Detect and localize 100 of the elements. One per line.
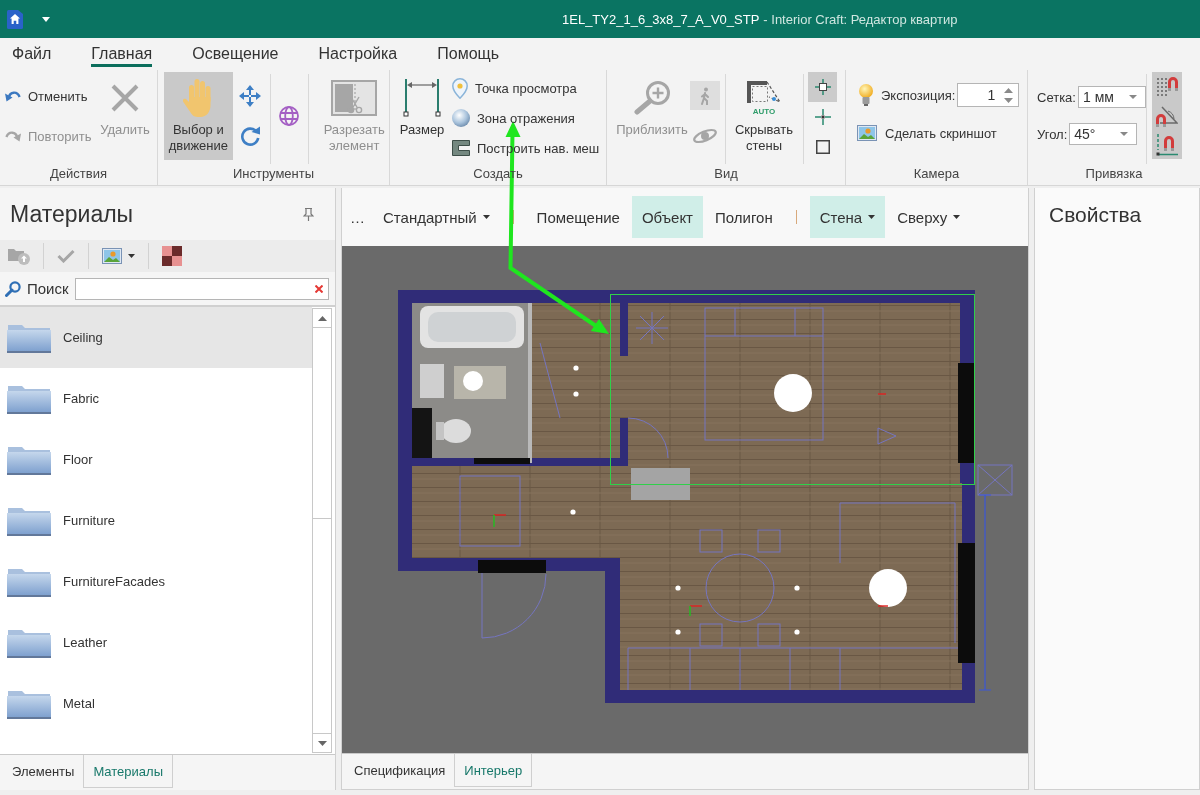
- material-folder-row[interactable]: Metal: [0, 673, 312, 734]
- angle-dropdown[interactable]: 45°: [1069, 123, 1138, 145]
- viewpoint-button[interactable]: Точка просмотра: [452, 73, 600, 103]
- material-folder-row[interactable]: Floor: [0, 429, 312, 490]
- material-folder-row[interactable]: Furniture: [0, 490, 312, 551]
- picture-icon: [102, 248, 122, 264]
- grid-size-dropdown[interactable]: 1 мм: [1077, 86, 1146, 108]
- menu-tab[interactable]: Файл: [12, 43, 52, 67]
- exposure-field[interactable]: 1: [957, 83, 1020, 107]
- light-bulb-icon: [859, 84, 873, 106]
- caret-icon: [1120, 132, 1129, 136]
- redo-icon: [5, 129, 21, 143]
- dimension-button[interactable]: Размер: [398, 72, 446, 160]
- app-title: - Interior Craft: Редактор квартир: [763, 11, 958, 27]
- more-button[interactable]: …: [350, 196, 371, 238]
- scrollbar[interactable]: [312, 308, 332, 753]
- view-mode-button[interactable]: Помещение: [526, 196, 630, 238]
- dimension-icon: [403, 79, 441, 117]
- caret-icon[interactable]: [42, 16, 50, 22]
- window-title: 1EL_TY2_1_6_3x8_7_A_V0_STP: [562, 11, 760, 27]
- folder-upload-icon: [8, 247, 30, 265]
- globe-icon: [279, 106, 300, 126]
- panel-tab[interactable]: Материалы: [83, 755, 173, 788]
- wall-corner-icon: [746, 80, 782, 106]
- snap-mode-button[interactable]: [808, 72, 837, 102]
- view-mode-button[interactable]: Полигон: [705, 196, 783, 238]
- square-icon: [815, 140, 830, 154]
- select-move-button[interactable]: Выбор и движение: [164, 72, 233, 160]
- down-arrow-icon: [317, 740, 327, 746]
- bracket-icon: [452, 140, 470, 156]
- view-mode-dropdown[interactable]: Стандартный: [373, 196, 500, 238]
- caret-icon: [482, 215, 490, 219]
- material-folder-row[interactable]: Ceiling: [0, 307, 312, 368]
- angle-label: Угол:: [1037, 126, 1068, 142]
- folder-icon: [7, 322, 51, 353]
- caret-icon: [1128, 95, 1137, 99]
- crosshair-icon: [814, 109, 831, 125]
- picture-icon: [857, 125, 877, 141]
- group-label: Вид: [713, 165, 739, 183]
- up-arrow-icon: [317, 315, 327, 321]
- panel-tab[interactable]: Элементы: [3, 755, 84, 788]
- folder-icon: [7, 566, 51, 597]
- group-label: Привязка: [1084, 165, 1144, 183]
- sphere-icon: [452, 109, 470, 127]
- folder-icon: [7, 505, 51, 536]
- rotate-button[interactable]: [238, 125, 261, 147]
- folder-icon: [7, 627, 51, 658]
- material-folder-row[interactable]: Leather: [0, 612, 312, 673]
- caret-icon: [128, 254, 135, 258]
- planet-ring-icon: [692, 128, 718, 144]
- auto-label: AUTO: [752, 107, 776, 116]
- grid-label: Сетка:: [1037, 89, 1076, 105]
- search-field[interactable]: [74, 277, 329, 300]
- cross-icon: [111, 84, 139, 112]
- hide-walls-button[interactable]: AUTO Скрывать стены: [730, 72, 798, 160]
- panel-tab[interactable]: Интерьер: [454, 754, 533, 787]
- app-icon[interactable]: [7, 9, 23, 29]
- view-mode-dropdown[interactable]: Сверху: [887, 196, 971, 238]
- grid-magnet-icon: [1156, 75, 1178, 98]
- zoom-in-icon: [633, 81, 671, 115]
- crosshair-square-icon: [814, 79, 831, 95]
- magnet-toggle[interactable]: [1152, 72, 1182, 101]
- angle-magnet-icon: [1156, 104, 1178, 127]
- move-icon: [238, 85, 261, 107]
- reflection-zone-button[interactable]: Зона отражения: [452, 103, 600, 133]
- material-folder-row[interactable]: Fabric: [0, 368, 312, 429]
- location-pin-icon: [452, 77, 468, 99]
- move-button[interactable]: [238, 85, 261, 107]
- walking-person-icon: [699, 86, 711, 105]
- panel-title: Материалы: [10, 200, 134, 228]
- group-label: Камера: [912, 165, 961, 183]
- view-mode-dropdown[interactable]: Стена: [809, 196, 886, 238]
- caret-icon: [953, 215, 961, 219]
- clear-icon[interactable]: [315, 284, 323, 293]
- panel-tab[interactable]: Спецификация: [345, 754, 455, 787]
- scissors-panel-icon: [331, 80, 378, 116]
- search-icon: [5, 280, 21, 297]
- screenshot-button[interactable]: Сделать скриншот: [857, 120, 1027, 146]
- undo-icon: [5, 89, 21, 103]
- pin-icon[interactable]: [303, 207, 314, 221]
- material-folder-row[interactable]: FurnitureFacades: [0, 551, 312, 612]
- floor-plan[interactable]: [398, 290, 1013, 703]
- panel-title: Свойства: [1049, 203, 1142, 226]
- menu-tab[interactable]: Настройка: [318, 43, 398, 67]
- folder-icon: [7, 688, 51, 719]
- checker-swatch-icon: [162, 246, 182, 266]
- spinner-arrows-icon[interactable]: [1004, 87, 1014, 103]
- viewport[interactable]: [342, 246, 1028, 753]
- hand-icon: [183, 79, 214, 117]
- menu-tab[interactable]: Главная: [91, 43, 153, 67]
- folder-icon: [7, 444, 51, 475]
- magnet-toggle[interactable]: [1152, 130, 1182, 159]
- rotate-icon: [238, 125, 261, 147]
- search-label: Поиск: [27, 280, 69, 297]
- menu-tab[interactable]: Помощь: [437, 43, 500, 67]
- menu-tab[interactable]: Освещение: [192, 43, 279, 67]
- view-mode-button[interactable]: Объект: [631, 196, 703, 238]
- globe-button[interactable]: [279, 106, 300, 126]
- undo-button[interactable]: Отменить: [5, 84, 95, 108]
- group-label: Действия: [49, 165, 108, 183]
